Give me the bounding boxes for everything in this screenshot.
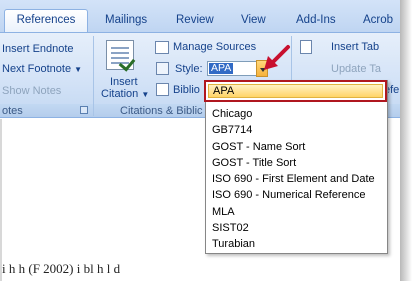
update-table-label: Update Ta xyxy=(331,63,381,75)
style-option-sist02[interactable]: SIST02 xyxy=(212,221,249,235)
next-footnote-label: Next Footnote xyxy=(2,63,72,75)
tab-references[interactable]: References xyxy=(4,9,88,33)
manage-sources-icon xyxy=(155,41,169,54)
insert-endnote-button[interactable]: Insert Endnote xyxy=(2,42,74,56)
citations-group-label: Citations & Biblic xyxy=(120,105,203,117)
tab-review[interactable]: Review xyxy=(176,11,214,32)
document-margin xyxy=(0,119,2,281)
bibliography-icon xyxy=(156,83,169,96)
update-table-button[interactable]: Update Ta xyxy=(331,62,381,76)
insert-table-of-figures-label: Insert Tab xyxy=(331,41,380,53)
insert-citation-button-lower[interactable]: Citation ▼ xyxy=(101,87,149,102)
style-option-iso-690-first-element[interactable]: ISO 690 - First Element and Date xyxy=(212,172,375,186)
style-option-gost-title-sort[interactable]: GOST - Title Sort xyxy=(212,156,296,170)
style-option-turabian[interactable]: Turabian xyxy=(212,237,255,251)
tab-view[interactable]: View xyxy=(241,11,266,32)
insert-citation-label-2: Citation xyxy=(101,88,139,100)
style-dropdown-list: Chicago GB7714 GOST - Name Sort GOST - T… xyxy=(205,80,388,254)
tab-mailings[interactable]: Mailings xyxy=(105,11,147,32)
style-option-gost-name-sort[interactable]: GOST - Name Sort xyxy=(212,140,305,154)
show-notes-label: Show Notes xyxy=(2,85,62,97)
insert-endnote-label: Insert Endnote xyxy=(2,43,74,55)
bibliography-label: Biblio xyxy=(173,84,200,96)
chevron-down-icon: ▼ xyxy=(74,65,83,74)
insert-table-of-figures-button[interactable]: Insert Tab xyxy=(331,40,379,54)
style-option-chicago[interactable]: Chicago xyxy=(212,107,252,121)
manage-sources-button[interactable]: Manage Sources xyxy=(173,40,256,54)
style-option-iso-690-numerical[interactable]: ISO 690 - Numerical Reference xyxy=(212,188,365,202)
style-option-apa-label: APA xyxy=(213,85,235,97)
dialog-launcher-icon[interactable] xyxy=(80,106,88,114)
tab-add-ins[interactable]: Add-Ins xyxy=(296,11,336,32)
chevron-down-icon: ▼ xyxy=(141,90,150,99)
style-icon xyxy=(156,62,169,75)
footnotes-group-label: otes xyxy=(2,105,23,117)
manage-sources-label: Manage Sources xyxy=(173,41,257,53)
group-separator xyxy=(93,36,94,116)
show-notes-button[interactable]: Show Notes xyxy=(2,84,61,98)
style-value: APA xyxy=(209,62,234,74)
window-edge-shadow xyxy=(400,0,412,281)
style-option-mla[interactable]: MLA xyxy=(212,205,235,219)
ribbon-tab-strip: References Mailings Review View Add-Ins … xyxy=(0,0,400,33)
next-footnote-button[interactable]: Next Footnote ▼ xyxy=(2,62,82,77)
style-combobox[interactable]: APA xyxy=(207,61,257,76)
style-option-gb7714[interactable]: GB7714 xyxy=(212,123,252,137)
bibliography-button[interactable]: Biblio xyxy=(173,83,200,97)
insert-table-icon xyxy=(300,40,312,54)
tab-acrobat[interactable]: Acrob xyxy=(363,11,393,32)
selected-style-highlight: APA xyxy=(204,80,387,102)
style-label: Style: xyxy=(175,63,203,75)
document-text: i h h (F 2002) i bl h l d xyxy=(2,261,121,276)
red-arrow-icon xyxy=(264,45,290,70)
style-option-apa[interactable]: APA xyxy=(208,84,383,98)
